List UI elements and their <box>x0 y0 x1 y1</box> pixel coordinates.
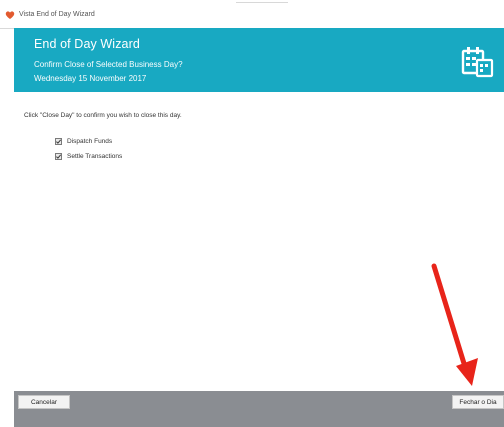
settle-transactions-checkbox[interactable] <box>55 152 62 160</box>
calendar-icon <box>461 47 494 78</box>
instruction-text: Click "Close Day" to confirm you wish to… <box>24 112 182 119</box>
app-heart-icon <box>5 11 15 19</box>
option-settle-transactions[interactable]: Settle Transactions <box>55 151 122 161</box>
close-day-button[interactable]: Fechar o Dia <box>452 395 504 409</box>
wizard-header: End of Day Wizard Confirm Close of Selec… <box>14 28 504 92</box>
wizard-footer: Cancelar Fechar o Dia <box>14 391 504 427</box>
window-titlebar: Vista End of Day Wizard <box>0 0 504 29</box>
cancel-button[interactable]: Cancelar <box>18 395 70 409</box>
business-date: Wednesday 15 November 2017 <box>34 74 147 83</box>
wizard-subtitle: Confirm Close of Selected Business Day? <box>34 60 183 69</box>
option-dispatch-funds[interactable]: Dispatch Funds <box>55 136 112 146</box>
wizard-body: Click "Close Day" to confirm you wish to… <box>14 92 504 391</box>
dispatch-funds-label: Dispatch Funds <box>67 137 113 145</box>
titlebar-grip <box>236 2 288 3</box>
checkmark-icon <box>56 138 62 144</box>
checkmark-icon <box>56 153 62 159</box>
dispatch-funds-checkbox[interactable] <box>55 137 62 145</box>
wizard-title: End of Day Wizard <box>34 37 140 51</box>
settle-transactions-label: Settle Transactions <box>67 152 123 160</box>
window-title: Vista End of Day Wizard <box>19 11 95 18</box>
